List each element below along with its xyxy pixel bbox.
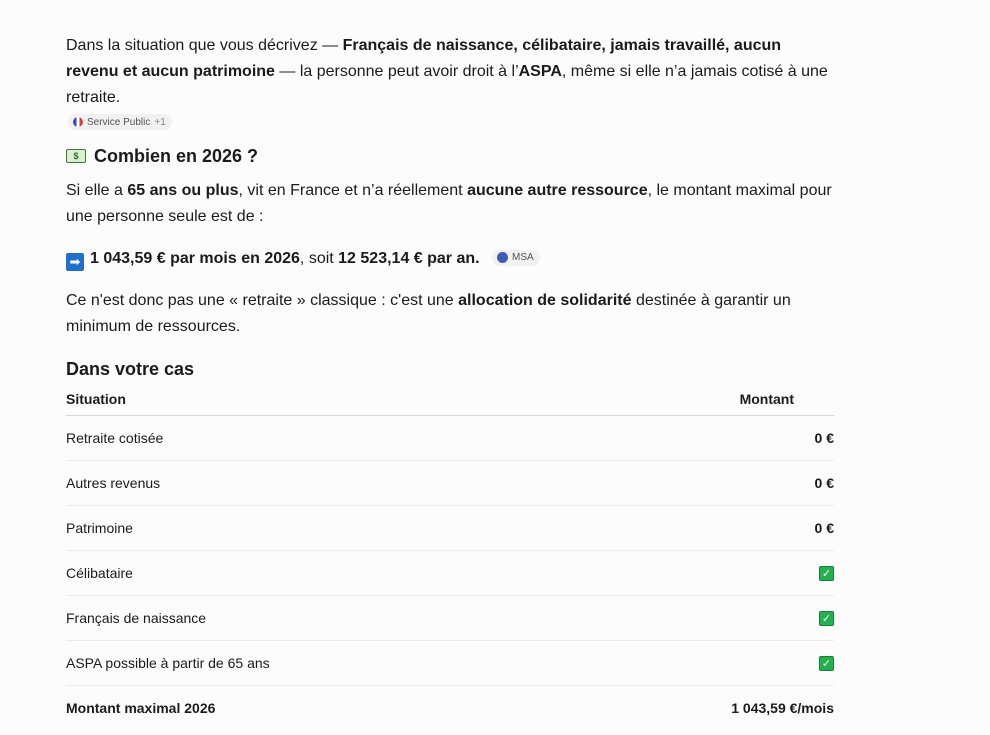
amount-yearly: 12 523,14 € par an. bbox=[338, 250, 480, 267]
explanation-text-1: Ce n'est donc pas une « retraite » class… bbox=[66, 292, 459, 309]
intro-paragraph: Dans la situation que vous décrivez — Fr… bbox=[66, 33, 834, 111]
table-header-row: Situation Montant bbox=[66, 382, 834, 416]
source-chip-service-public[interactable]: Service Public +1 bbox=[68, 114, 172, 130]
table-row: Célibataire ✓ bbox=[66, 550, 834, 596]
checkmark-icon: ✓ bbox=[819, 611, 834, 627]
row-value: 0 € bbox=[576, 505, 834, 551]
amount-text: , soit bbox=[299, 250, 339, 267]
condition-text-2: , vit en France et n’a réellement bbox=[238, 182, 468, 199]
row-label: Retraite cotisée bbox=[66, 415, 577, 461]
explanation-bold: allocation de solidarité bbox=[458, 292, 632, 309]
intro-text-2: — la personne peut avoir droit à l’ bbox=[274, 63, 519, 80]
explanation-paragraph: Ce n'est donc pas une « retraite » class… bbox=[66, 288, 834, 340]
amount-line: ➡ 1 043,59 € par mois en 2026, soit 12 52… bbox=[66, 246, 834, 272]
row-value: ✓ bbox=[576, 640, 834, 686]
chat-response: Dans la situation que vous décrivez — Fr… bbox=[66, 33, 834, 730]
table-row: ASPA possible à partir de 65 ans ✓ bbox=[66, 640, 834, 686]
french-flag-icon bbox=[73, 117, 83, 127]
row-value: 0 € bbox=[576, 415, 834, 461]
condition-bold-ressource: aucune autre ressource bbox=[467, 182, 648, 199]
row-value: ✓ bbox=[576, 550, 834, 596]
condition-bold-age: 65 ans ou plus bbox=[127, 182, 239, 199]
checkmark-icon: ✓ bbox=[819, 656, 834, 672]
condition-paragraph: Si elle a 65 ans ou plus, vit en France … bbox=[66, 178, 834, 230]
header-montant: Montant bbox=[576, 382, 834, 416]
table-row: Autres revenus 0 € bbox=[66, 460, 834, 506]
amount-monthly: 1 043,59 € par mois en 2026 bbox=[90, 250, 300, 267]
table-row: Français de naissance ✓ bbox=[66, 595, 834, 641]
msa-logo-icon bbox=[497, 252, 509, 264]
row-label: Patrimoine bbox=[66, 505, 577, 551]
total-label: Montant maximal 2026 bbox=[66, 700, 216, 716]
total-value: 1 043,59 €/mois bbox=[731, 700, 834, 716]
source-chip-msa[interactable]: MSA bbox=[492, 249, 540, 266]
source-chip-msa-label: MSA bbox=[512, 251, 534, 263]
source-chip-more: +1 bbox=[154, 116, 166, 128]
money-icon: $ bbox=[66, 149, 86, 163]
row-label: Français de naissance bbox=[66, 595, 577, 641]
row-label: Autres revenus bbox=[66, 460, 577, 506]
condition-text-1: Si elle a bbox=[66, 182, 128, 199]
intro-bold-aspa: ASPA bbox=[518, 63, 562, 80]
row-value: 0 € bbox=[576, 460, 834, 506]
row-value: ✓ bbox=[576, 595, 834, 641]
checkmark-icon: ✓ bbox=[819, 566, 834, 582]
table-row: Patrimoine 0 € bbox=[66, 505, 834, 551]
heading-combien-text: Combien en 2026 ? bbox=[94, 146, 259, 166]
header-situation: Situation bbox=[66, 382, 577, 416]
table-total-row: Montant maximal 2026 1 043,59 €/mois bbox=[66, 686, 834, 731]
heading-dans-votre-cas: Dans votre cas bbox=[66, 359, 195, 379]
row-label: ASPA possible à partir de 65 ans bbox=[66, 640, 577, 686]
row-label: Célibataire bbox=[66, 550, 577, 596]
intro-text-1: Dans la situation que vous décrivez — bbox=[66, 37, 343, 54]
situation-table: Situation Montant Retraite cotisée 0 € A… bbox=[66, 382, 834, 730]
heading-combien: $ Combien en 2026 ? bbox=[66, 143, 834, 169]
table-row: Retraite cotisée 0 € bbox=[66, 415, 834, 461]
source-chip-label: Service Public bbox=[87, 116, 151, 128]
arrow-right-icon: ➡ bbox=[66, 253, 84, 271]
